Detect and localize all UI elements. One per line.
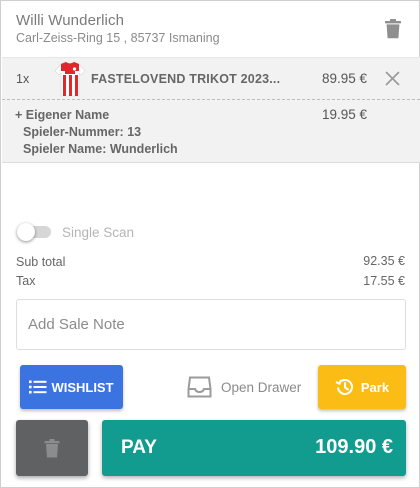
open-drawer-label: Open Drawer [221, 379, 302, 395]
cart-line-item[interactable]: 1x FASTELOVEND TRIKOT 2023... 89.95 € [2, 57, 420, 99]
history-clock-icon [335, 378, 353, 395]
trash-icon[interactable] [384, 19, 402, 39]
player-name: Spieler Name: Wunderlich [23, 142, 178, 156]
toggle-knob [17, 223, 35, 241]
pay-amount: 109.90 € [315, 436, 393, 458]
tax-label: Tax [16, 274, 36, 288]
sale-note-input[interactable] [16, 299, 406, 350]
customer-name: Willi Wunderlich [16, 12, 125, 29]
single-scan-label: Single Scan [62, 225, 135, 240]
subtotal-value: 92.35 € [363, 254, 405, 268]
player-number: Spieler-Nummer: 13 [23, 125, 142, 139]
item-personalization: + Eigener Name 19.95 € Spieler-Nummer: 1… [2, 99, 420, 163]
trash-icon [44, 438, 60, 457]
pay-button[interactable]: PAY 109.90 € [102, 420, 406, 476]
product-thumbnail [54, 61, 86, 97]
wishlist-button[interactable]: WISHLIST [20, 365, 123, 409]
customer-address: Carl-Zeiss-Ring 15 , 85737 Ismaning [16, 31, 220, 45]
customer-info[interactable]: Willi Wunderlich Carl-Zeiss-Ring 15 , 85… [16, 12, 220, 45]
wishlist-label: WISHLIST [51, 379, 114, 395]
product-price: 89.95 € [322, 71, 368, 86]
tax-value: 17.55 € [363, 274, 405, 288]
single-scan-toggle[interactable] [17, 223, 53, 241]
park-button[interactable]: Park [318, 365, 406, 409]
subtotal-label: Sub total [16, 255, 66, 269]
close-icon[interactable] [385, 71, 400, 86]
pay-label: PAY [121, 437, 157, 458]
pos-cart-panel: Willi Wunderlich Carl-Zeiss-Ring 15 , 85… [0, 0, 420, 488]
item-quantity: 1x [16, 72, 30, 86]
open-drawer-button[interactable]: Open Drawer [187, 373, 301, 401]
park-label: Park [360, 379, 390, 395]
personalization-price: 19.95 € [322, 107, 368, 122]
clear-cart-button[interactable] [16, 420, 88, 476]
list-icon [29, 380, 47, 394]
personalization-title: + Eigener Name [15, 108, 110, 122]
product-name: FASTELOVEND TRIKOT 2023... [91, 72, 281, 86]
drawer-tray-icon [187, 376, 212, 398]
